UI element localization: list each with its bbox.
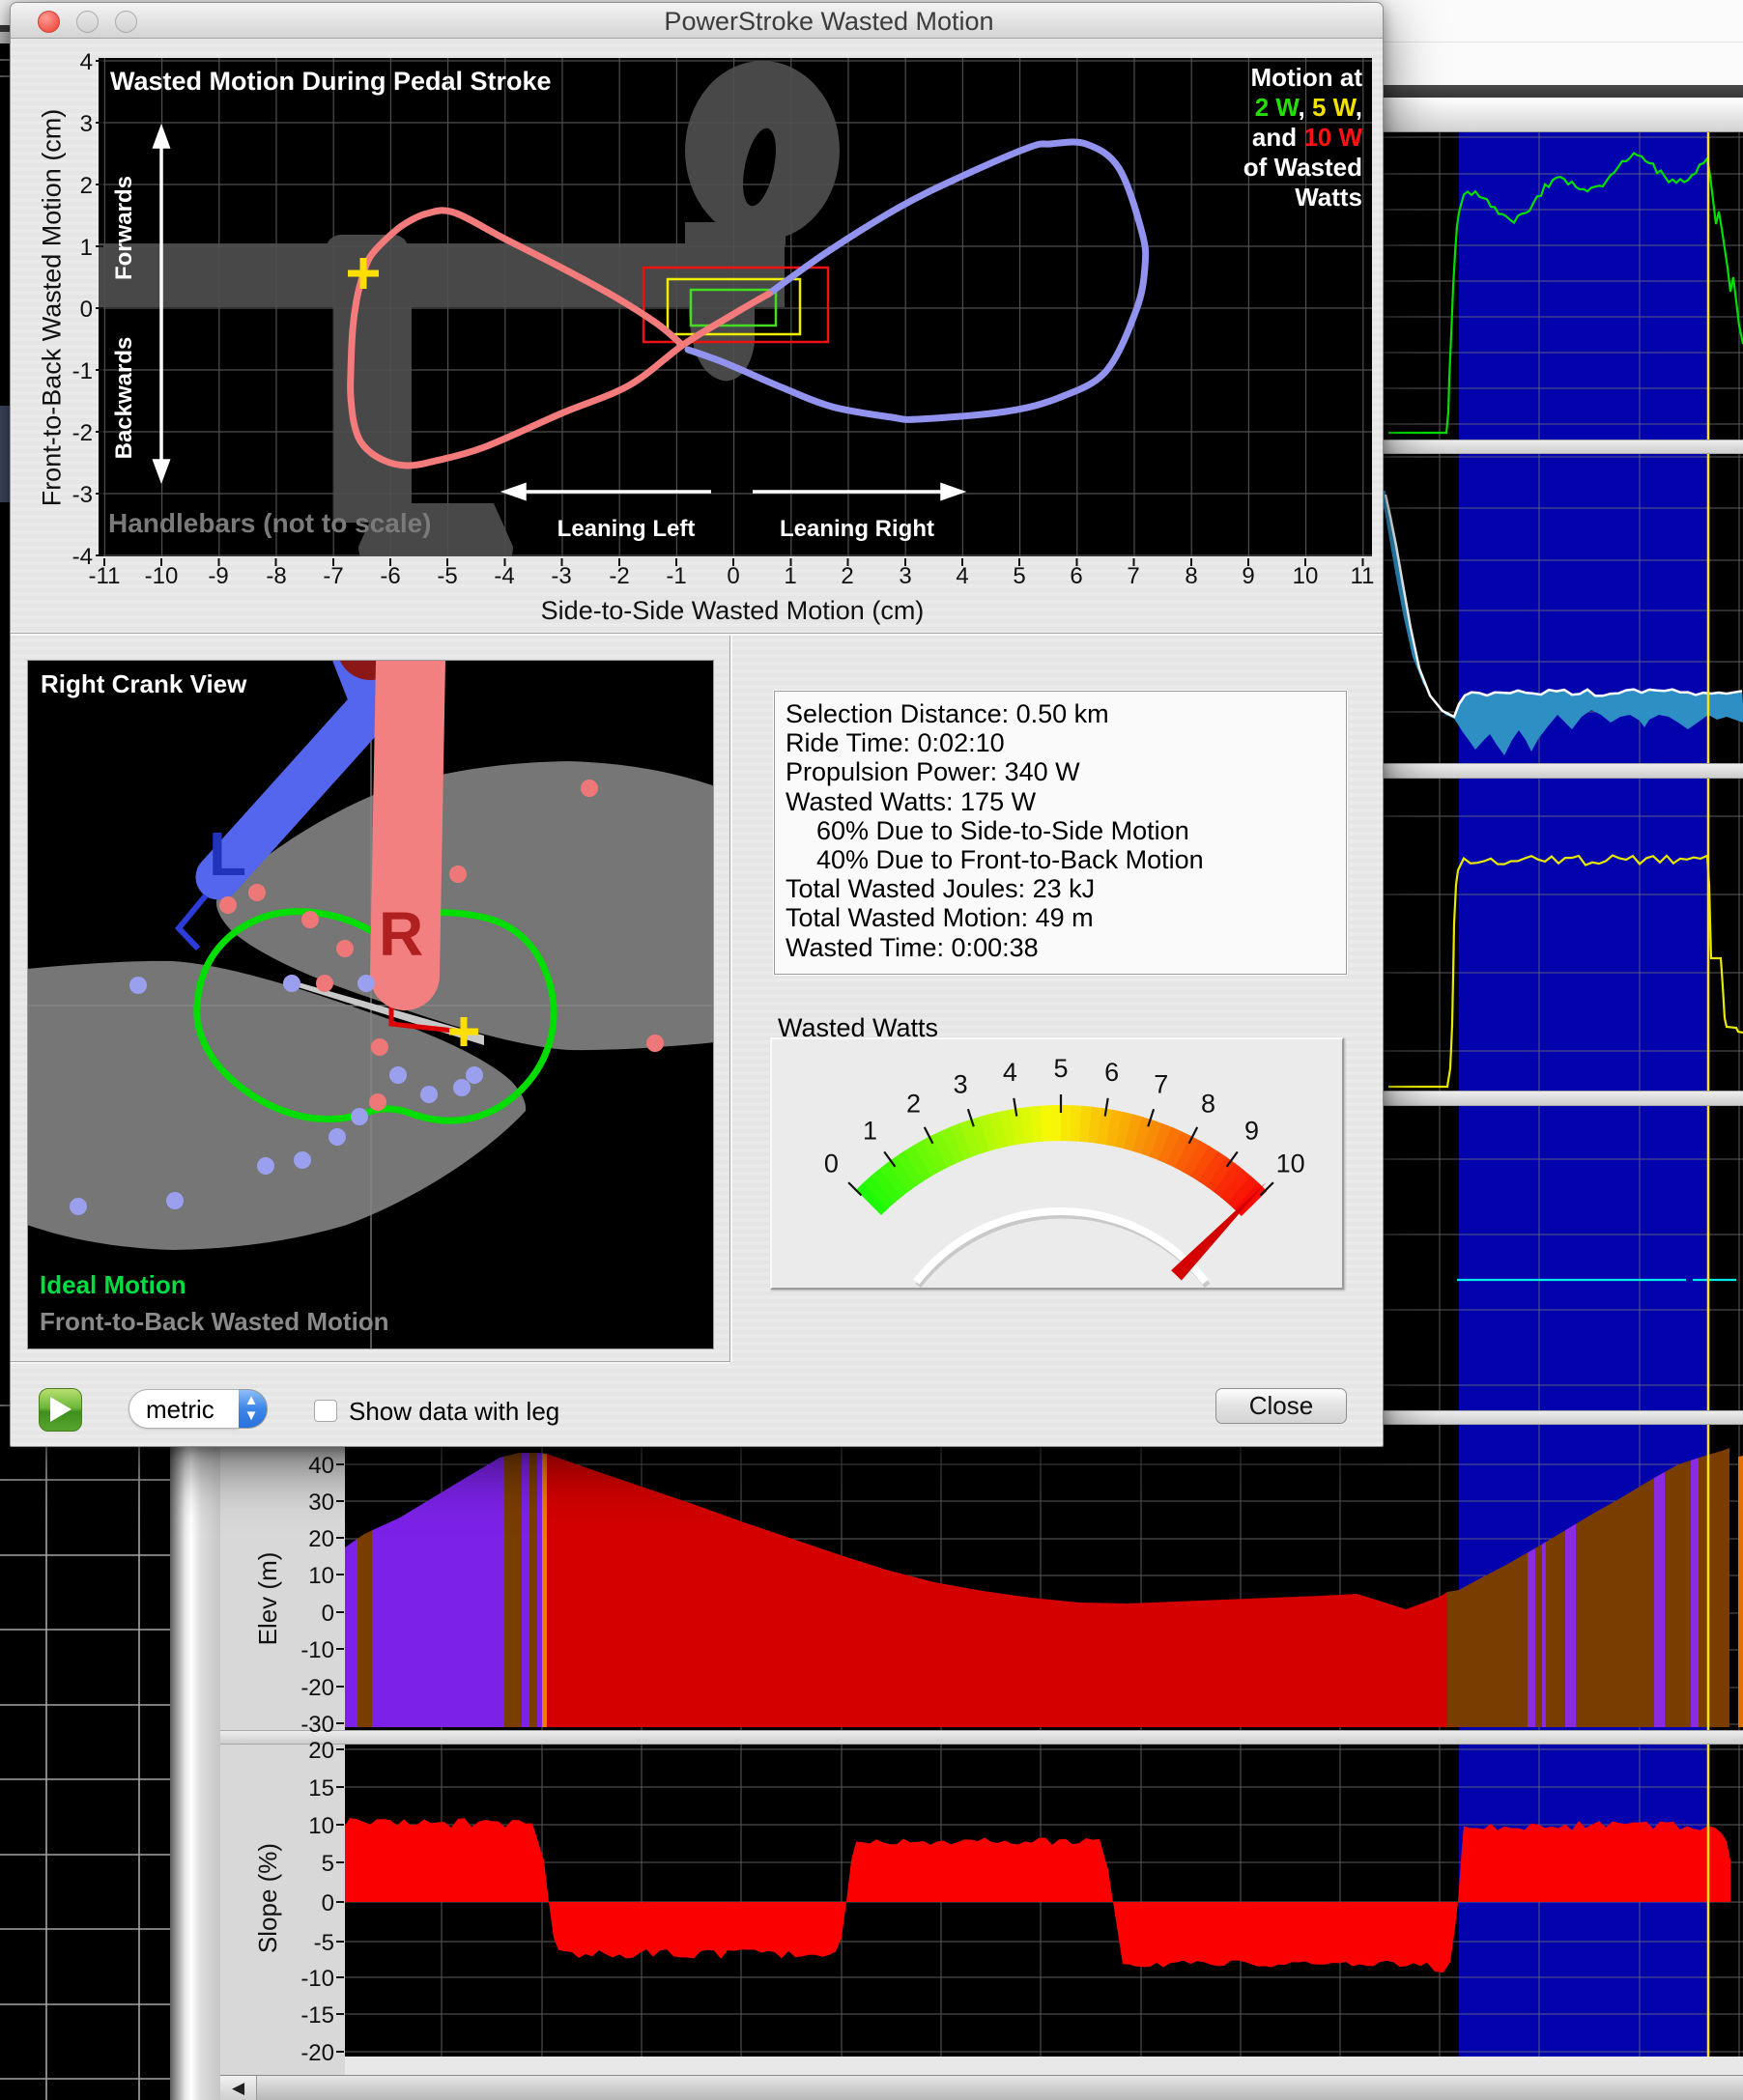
svg-text:Backwards: Backwards xyxy=(111,337,137,460)
svg-text:4: 4 xyxy=(1003,1058,1017,1087)
svg-text:2: 2 xyxy=(906,1090,921,1119)
svg-text:8: 8 xyxy=(1201,1090,1215,1119)
svg-text:L: L xyxy=(209,819,246,889)
svg-text:10: 10 xyxy=(1276,1149,1305,1178)
svg-text:5: 5 xyxy=(1053,1054,1068,1083)
svg-text:7: 7 xyxy=(1154,1070,1168,1099)
svg-text:Right Crank View: Right Crank View xyxy=(41,669,247,698)
svg-text:Front-to-Back Wasted Motion: Front-to-Back Wasted Motion xyxy=(40,1307,389,1336)
svg-text:9: 9 xyxy=(1244,1116,1259,1145)
svg-text:1: 1 xyxy=(863,1116,877,1145)
svg-text:Ideal Motion: Ideal Motion xyxy=(40,1270,186,1299)
svg-text:3: 3 xyxy=(954,1070,968,1099)
svg-text:6: 6 xyxy=(1104,1058,1119,1087)
svg-text:R: R xyxy=(379,899,423,969)
svg-text:0: 0 xyxy=(824,1149,839,1178)
svg-text:Forwards: Forwards xyxy=(111,176,137,280)
